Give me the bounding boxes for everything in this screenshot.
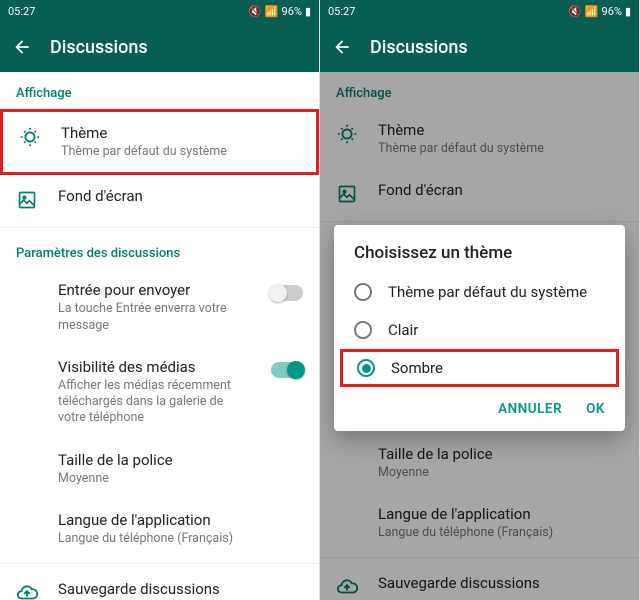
lang-title: Langue de l'application xyxy=(58,511,303,529)
battery-pct: 96% xyxy=(602,5,622,18)
appbar-title: Discussions xyxy=(370,37,468,58)
status-bar: 05:27 🔇 📶 96% ▮ xyxy=(0,0,319,22)
theme-sub: Thème par défaut du système xyxy=(61,144,300,160)
signal-icon: 📶 xyxy=(585,5,599,18)
radio-option-default[interactable]: Thème par défaut du système xyxy=(334,273,625,311)
theme-title: Thème xyxy=(61,124,300,142)
radio-label: Thème par défaut du système xyxy=(388,283,587,301)
wallpaper-icon xyxy=(16,189,38,211)
back-icon[interactable] xyxy=(332,37,352,57)
item-font[interactable]: Taille de la police Moyenne xyxy=(0,439,319,499)
lang-sub: Langue du téléphone (Français) xyxy=(58,531,303,547)
radio-icon xyxy=(354,321,372,339)
section-display: Affichage xyxy=(0,72,319,109)
enter-switch[interactable] xyxy=(271,285,303,301)
appbar-title: Discussions xyxy=(50,37,148,58)
status-time: 05:27 xyxy=(8,5,35,18)
wallpaper-title: Fond d'écran xyxy=(58,187,303,205)
theme-icon xyxy=(19,126,41,148)
signal-icon: 📶 xyxy=(265,5,279,18)
content-left: Affichage Thème Thème par défaut du syst… xyxy=(0,72,319,600)
radio-label: Sombre xyxy=(391,359,443,377)
item-enter[interactable]: Entrée pour envoyer La touche Entrée env… xyxy=(0,269,319,346)
media-sub: Afficher les médias récemment téléchargé… xyxy=(58,378,251,427)
font-title: Taille de la police xyxy=(58,451,303,469)
item-theme[interactable]: Thème Thème par défaut du système xyxy=(0,109,319,175)
item-backup[interactable]: Sauvegarde discussions xyxy=(0,568,319,600)
cancel-button[interactable]: ANNULER xyxy=(498,401,562,417)
item-wallpaper[interactable]: Fond d'écran xyxy=(0,175,319,223)
item-media[interactable]: Visibilité des médias Afficher les média… xyxy=(0,346,319,439)
radio-option-light[interactable]: Clair xyxy=(334,311,625,349)
mute-icon: 🔇 xyxy=(248,5,262,18)
mute-icon: 🔇 xyxy=(568,5,582,18)
radio-icon xyxy=(357,359,375,377)
status-time: 05:27 xyxy=(328,5,355,18)
dialog-actions: ANNULER OK xyxy=(334,387,625,423)
theme-dialog: Choisissez un thème Thème par défaut du … xyxy=(334,225,625,431)
status-bar: 05:27 🔇 📶 96% ▮ xyxy=(320,0,639,22)
enter-sub: La touche Entrée enverra votre message xyxy=(58,301,251,334)
battery-icon: ▮ xyxy=(305,5,311,18)
enter-title: Entrée pour envoyer xyxy=(58,281,251,299)
app-bar: Discussions xyxy=(320,22,639,72)
section-chat: Paramètres des discussions xyxy=(0,232,319,269)
battery-icon: ▮ xyxy=(625,5,631,18)
backup-icon xyxy=(16,582,38,600)
item-lang[interactable]: Langue de l'application Langue du téléph… xyxy=(0,499,319,559)
dialog-title: Choisissez un thème xyxy=(334,243,625,273)
radio-label: Clair xyxy=(388,321,418,339)
font-sub: Moyenne xyxy=(58,471,303,487)
divider xyxy=(0,227,319,228)
ok-button[interactable]: OK xyxy=(586,401,605,417)
backup-title: Sauvegarde discussions xyxy=(58,580,303,598)
screen-right: 05:27 🔇 📶 96% ▮ Discussions Affichage Th… xyxy=(320,0,640,600)
screen-left: 05:27 🔇 📶 96% ▮ Discussions Affichage Th… xyxy=(0,0,320,600)
radio-icon xyxy=(354,283,372,301)
media-switch[interactable] xyxy=(271,362,303,378)
radio-option-dark[interactable]: Sombre xyxy=(340,349,619,387)
app-bar: Discussions xyxy=(0,22,319,72)
battery-pct: 96% xyxy=(282,5,302,18)
back-icon[interactable] xyxy=(12,37,32,57)
status-right: 🔇 📶 96% ▮ xyxy=(248,5,311,18)
status-right: 🔇 📶 96% ▮ xyxy=(568,5,631,18)
divider xyxy=(0,563,319,564)
media-title: Visibilité des médias xyxy=(58,358,251,376)
